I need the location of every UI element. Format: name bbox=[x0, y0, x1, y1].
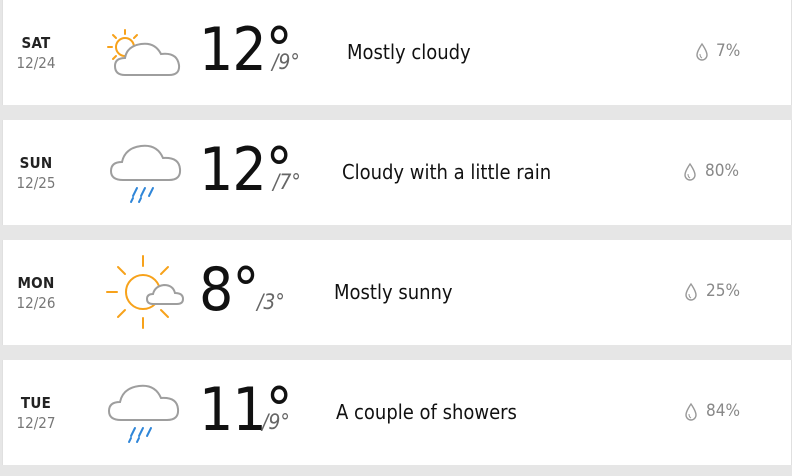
forecast-phrase: Cloudy with a little rain bbox=[342, 160, 552, 184]
forecast-phrase: Mostly cloudy bbox=[347, 40, 471, 64]
forecast-phrase: A couple of showers bbox=[336, 400, 517, 424]
raindrop-icon bbox=[685, 402, 697, 421]
high-temperature: 8° bbox=[199, 255, 259, 325]
forecast-row[interactable]: MON 12/26 8° /3° Mostly sunny 25% bbox=[2, 240, 792, 345]
forecast-row[interactable]: TUE 12/27 11° /9° A couple of showers 84… bbox=[2, 360, 792, 465]
low-temperature: /9° bbox=[272, 50, 300, 74]
precip-probability: 84% bbox=[706, 401, 740, 421]
sun-partly-cloudy-icon bbox=[107, 29, 181, 76]
raindrop-icon bbox=[685, 282, 697, 301]
raindrop-icon bbox=[684, 162, 696, 181]
raindrop-icon bbox=[696, 42, 708, 61]
day-date: 12/25 bbox=[16, 174, 56, 192]
precip-probability: 25% bbox=[706, 281, 740, 301]
cloud-rain-icon bbox=[109, 144, 182, 203]
precip-probability: 7% bbox=[716, 41, 741, 61]
forecast-row[interactable]: SUN 12/25 12° /7° Cloudy with a little r… bbox=[2, 120, 792, 225]
low-temperature: /3° bbox=[257, 290, 285, 314]
cloud-rain-icon bbox=[107, 384, 180, 443]
day-of-week: SUN bbox=[19, 154, 53, 172]
forecast-row[interactable]: SAT 12/24 12° /9° Mostly cloudy 7% bbox=[2, 0, 792, 105]
day-date: 12/26 bbox=[16, 294, 56, 312]
forecast-phrase: Mostly sunny bbox=[334, 280, 453, 304]
sun-small-cloud-icon bbox=[106, 255, 185, 329]
day-of-week: SAT bbox=[21, 34, 51, 52]
low-temperature: /9° bbox=[262, 410, 290, 434]
low-temperature: /7° bbox=[273, 170, 301, 194]
precip-probability: 80% bbox=[705, 161, 739, 181]
day-of-week: TUE bbox=[20, 394, 52, 412]
day-of-week: MON bbox=[17, 274, 55, 292]
day-date: 12/27 bbox=[16, 414, 56, 432]
day-date: 12/24 bbox=[16, 54, 56, 72]
